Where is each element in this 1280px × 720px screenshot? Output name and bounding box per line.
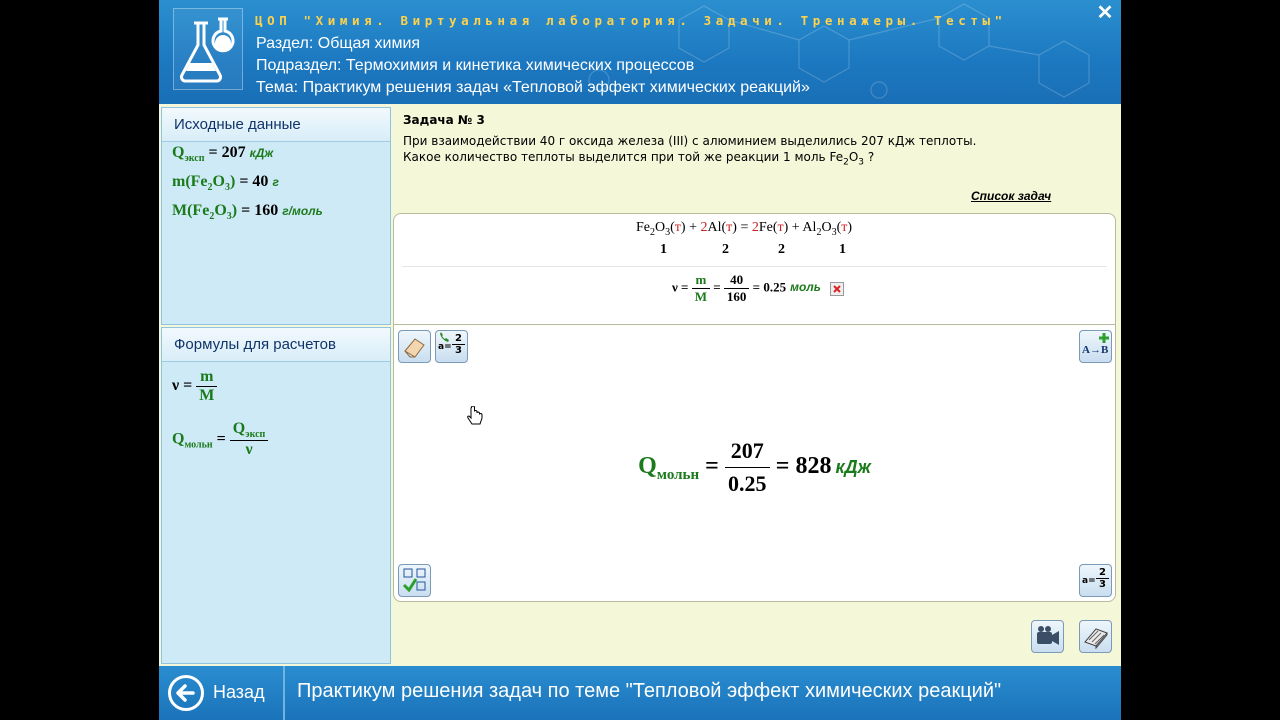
given-molar-mass: M(Fe2O3) = 160 г/моль	[172, 202, 323, 223]
video-button[interactable]	[1031, 620, 1064, 653]
close-button[interactable]: ✕	[1094, 2, 1116, 24]
footer-bar: Назад Практикум решения задач по теме "Т…	[159, 666, 1121, 720]
notes-button[interactable]	[1079, 620, 1112, 653]
result-formula: Qмольн = 207 0.25 = 828 кДж	[638, 438, 871, 496]
formulas-panel: Формулы для расчетов ν = mM Qмольн = Qэк…	[161, 327, 391, 664]
task-title: Задача № 3	[403, 113, 485, 127]
notebook-icon	[1084, 628, 1108, 650]
flasks-logo	[173, 8, 243, 90]
back-label: Назад	[213, 682, 265, 702]
coefficient-fe: 2	[778, 242, 785, 257]
footer-divider	[283, 666, 285, 720]
task-text: При взаимодействии 40 г оксида железа (I…	[403, 134, 977, 168]
flask-icon	[179, 17, 235, 83]
given-q-exp: Qэксп = 207 кДж	[172, 144, 274, 165]
coefficient-fe2o3: 1	[660, 242, 667, 257]
phone-icon	[440, 332, 449, 342]
reaction-equation-box: Fe2O3(т) + 2Al(т) = 2Fe(т) + Al2O3(т) 1 …	[393, 213, 1116, 325]
subsection-label: Подраздел: Термохимия и кинетика химичес…	[256, 57, 695, 74]
eraser-icon	[404, 338, 425, 358]
given-mass: m(Fe2O3) = 40 г	[172, 173, 279, 194]
check-icon	[402, 568, 426, 593]
product-title: ЦОП "Химия. Виртуальная лаборатория. Зад…	[255, 13, 1007, 28]
formula-molar-heat: Qмольн = Qэксп ν	[172, 420, 269, 459]
coefficient-al2o3: 1	[839, 242, 846, 257]
delete-step-icon[interactable]	[830, 281, 845, 296]
plus-icon	[1099, 333, 1109, 343]
header: ЦОП "Химия. Виртуальная лаборатория. Зад…	[159, 0, 1121, 104]
camera-icon	[1037, 626, 1059, 645]
task-list-link[interactable]: Список задач	[971, 189, 1051, 203]
eraser-button[interactable]	[398, 330, 431, 363]
given-data-panel: Исходные данные Qэксп = 207 кДж m(Fe2O3) …	[161, 107, 391, 325]
amount-calculation: ν = mM = 40 160 = 0.25 моль	[672, 272, 845, 305]
hand-cursor-icon	[467, 406, 483, 425]
coefficient-al: 2	[722, 242, 729, 257]
formulas-title: Формулы для расчетов	[162, 328, 390, 362]
footer-title: Практикум решения задач по теме "Теплово…	[297, 680, 1002, 702]
divider	[402, 266, 1107, 267]
formula-amount: ν = mM	[172, 368, 218, 405]
fraction-tool-button[interactable]: a= 23	[435, 330, 468, 363]
reaction-equation: Fe2O3(т) + 2Al(т) = 2Fe(т) + Al2O3(т)	[636, 220, 853, 238]
app-window: ЦОП "Химия. Виртуальная лаборатория. Зад…	[159, 0, 1121, 720]
given-data-title: Исходные данные	[162, 108, 390, 142]
check-answer-button[interactable]	[398, 564, 431, 597]
back-arrow-icon	[168, 675, 204, 711]
add-reaction-button[interactable]: A→B	[1079, 330, 1112, 363]
back-button[interactable]: Назад	[165, 672, 277, 714]
topic-label: Тема: Практикум решения задач «Тепловой …	[256, 79, 810, 96]
fraction-input-button[interactable]: a= 23	[1079, 564, 1112, 597]
section-label: Раздел: Общая химия	[256, 35, 421, 52]
